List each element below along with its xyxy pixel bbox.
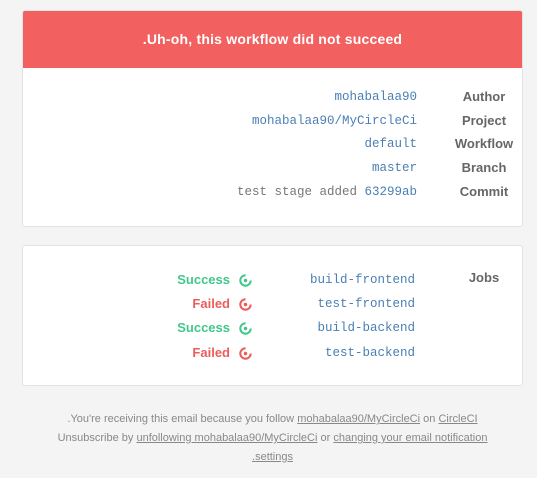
footer-unsubscribe-text: Unsubscribe by <box>57 432 134 444</box>
success-icon <box>239 322 252 335</box>
job-row: Failed test-backend <box>23 343 522 363</box>
failed-icon <box>239 298 252 311</box>
footer-unfollow-link[interactable]: unfollowing mohabalaa90/MyCircleCi <box>136 432 317 444</box>
workflow-label: Workflow <box>454 136 514 151</box>
project-value[interactable]: mohabalaa90/MyCircleCi <box>252 111 417 131</box>
detail-row-workflow: default Workflow <box>23 134 522 154</box>
branch-value[interactable]: master <box>372 158 417 178</box>
footer-circleci-link[interactable]: CircleCI <box>438 413 477 425</box>
failed-icon <box>239 347 252 360</box>
footer-line-2: Unsubscribe by unfollowing mohabalaa90/M… <box>22 429 523 448</box>
job-status: Failed <box>192 345 230 360</box>
commit-label: Commit <box>459 184 509 199</box>
footer-settings-link[interactable]: changing your email notification <box>333 432 487 444</box>
job-name-link[interactable]: test-frontend <box>317 294 415 314</box>
branch-label: Branch <box>461 160 507 175</box>
job-row: Failed test-frontend <box>23 294 522 314</box>
footer-or-text: or <box>320 432 331 444</box>
workflow-value[interactable]: default <box>364 134 417 154</box>
author-label: Author <box>462 89 506 104</box>
jobs-card: Jobs Success build-frontend Failed test-… <box>22 245 523 386</box>
job-status: Failed <box>192 296 230 311</box>
detail-row-project: mohabalaa90/MyCircleCi Project <box>23 111 522 131</box>
email-footer: .You're receiving this email because you… <box>22 410 523 467</box>
job-name-link[interactable]: build-backend <box>317 318 415 338</box>
workflow-summary-card: .Uh-oh, this workflow did not succeed mo… <box>22 10 523 227</box>
detail-row-commit: test stage added 63299ab Commit <box>23 182 522 202</box>
project-label: Project <box>461 113 507 128</box>
banner-title: .Uh-oh, this workflow did not succeed <box>142 31 403 47</box>
footer-follow-text: .You're receiving this email because you… <box>67 413 295 425</box>
commit-value: test stage added 63299ab <box>237 182 417 202</box>
footer-line-3: .settings <box>22 448 523 467</box>
commit-hash-link[interactable]: 63299ab <box>364 185 417 199</box>
job-name-link[interactable]: build-frontend <box>310 270 415 290</box>
commit-message: test stage added <box>236 185 357 199</box>
footer-on-text: on <box>423 413 436 425</box>
footer-project-link[interactable]: mohabalaa90/MyCircleCi <box>297 413 420 425</box>
detail-row-author: mohabalaa90 Author <box>23 87 522 107</box>
job-row: Success build-backend <box>23 318 522 338</box>
success-icon <box>239 274 252 287</box>
failure-banner: .Uh-oh, this workflow did not succeed <box>23 11 522 68</box>
job-status: Success <box>177 272 230 287</box>
author-value[interactable]: mohabalaa90 <box>334 87 417 107</box>
job-name-link[interactable]: test-backend <box>325 343 415 363</box>
job-row: Success build-frontend <box>23 270 522 290</box>
footer-line-1: .You're receiving this email because you… <box>22 410 523 429</box>
detail-row-branch: master Branch <box>23 158 522 178</box>
job-status: Success <box>177 320 230 335</box>
footer-settings-link-continued[interactable]: .settings <box>252 451 293 463</box>
